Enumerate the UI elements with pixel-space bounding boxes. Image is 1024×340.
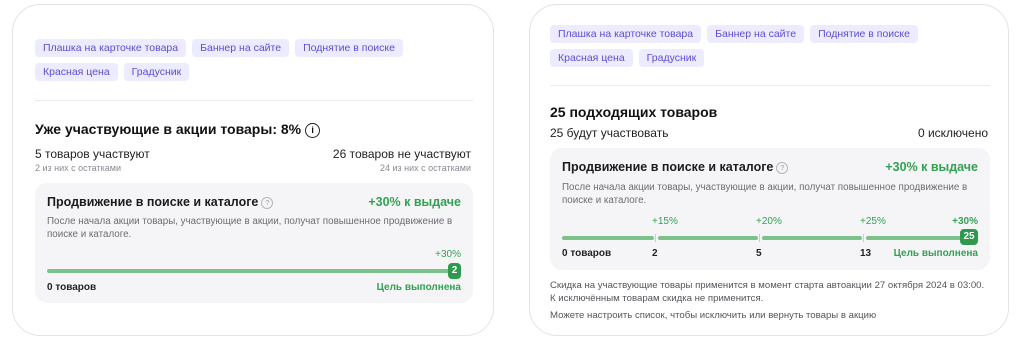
progress-segment — [762, 236, 862, 240]
participation-title-text: Уже участвующие в акции товары: 8% — [35, 121, 302, 137]
progress-segment — [866, 236, 962, 240]
left-card: Плашка на карточке товара Баннер на сайт… — [12, 4, 494, 336]
tag-chip[interactable]: Поднятие в поиске — [295, 39, 403, 57]
tag-chip[interactable]: Градусник — [638, 49, 705, 67]
divider — [550, 85, 990, 86]
eligible-title: 25 подходящих товаров — [550, 104, 718, 120]
count-start: 0 товаров — [562, 248, 612, 259]
promotion-panel: Продвижение в поиске и каталоге? +30% к … — [550, 148, 990, 270]
panel-description: После начала акции товары, участвующие в… — [47, 216, 453, 240]
participation-title: Уже участвующие в акции товары: 8% i — [35, 121, 321, 138]
progress-tick — [759, 234, 760, 242]
promotion-panel: Продвижение в поиске и каталоге? +30% к … — [35, 183, 473, 303]
panel-description: После начала акции товары, участвующие в… — [562, 182, 968, 206]
panel-title: Продвижение в поиске и каталоге? — [562, 160, 789, 174]
right-tags: Плашка на карточке товара Баннер на сайт… — [550, 25, 970, 67]
tag-chip[interactable]: Градусник — [123, 63, 190, 81]
right-card: Плашка на карточке товара Баннер на сайт… — [529, 4, 1009, 336]
divider — [35, 100, 473, 101]
tag-chip[interactable]: Поднятие в поиске — [810, 25, 918, 43]
participating-count: 5 товаров участвуют — [35, 147, 150, 161]
count-25: 13 — [860, 248, 872, 259]
progress-badge: 25 — [960, 229, 978, 245]
goal-label: Цель выполнена — [893, 248, 978, 259]
count-20: 5 — [756, 248, 762, 259]
progress-badge: 2 — [448, 263, 461, 279]
progress-bar — [47, 269, 451, 273]
tag-chip[interactable]: Красная цена — [550, 49, 633, 67]
info-icon[interactable]: i — [305, 123, 321, 138]
milestone-30: +30% — [952, 216, 978, 227]
participating-stock: 2 из них с остатками — [35, 163, 121, 173]
progress-tick — [863, 234, 864, 242]
start-label: 0 товаров — [47, 282, 97, 293]
panel-title-text: Продвижение в поиске и каталоге — [47, 195, 259, 209]
milestone-label: +30% — [435, 249, 461, 260]
tag-chip[interactable]: Баннер на сайте — [707, 25, 805, 43]
progress-segment — [658, 236, 758, 240]
help-icon[interactable]: ? — [776, 162, 789, 174]
tag-chip[interactable]: Плашка на карточке товара — [550, 25, 702, 43]
boost-value: +30% к выдаче — [885, 160, 978, 174]
milestone-25: +25% — [860, 216, 886, 227]
milestone-20: +20% — [756, 216, 782, 227]
tag-chip[interactable]: Красная цена — [35, 63, 118, 81]
left-tags: Плашка на карточке товара Баннер на сайт… — [35, 39, 465, 81]
progress-segment — [562, 236, 654, 240]
help-icon[interactable]: ? — [261, 197, 274, 209]
progress-tick — [655, 234, 656, 242]
will-participate: 25 будут участвовать — [550, 126, 669, 140]
tag-chip[interactable]: Плашка на карточке товара — [35, 39, 187, 57]
boost-value: +30% к выдаче — [368, 195, 461, 209]
milestone-15: +15% — [652, 216, 678, 227]
discount-footnote: Скидка на участвующие товары применится … — [550, 280, 985, 304]
not-participating-count: 26 товаров не участвуют — [332, 147, 471, 161]
tag-chip[interactable]: Баннер на сайте — [192, 39, 290, 57]
settings-hint: Можете настроить список, чтобы исключить… — [550, 310, 877, 321]
excluded-count: 0 исключено — [917, 126, 988, 140]
panel-title-text: Продвижение в поиске и каталоге — [562, 160, 774, 174]
panel-title: Продвижение в поиске и каталоге? — [47, 195, 274, 209]
goal-label: Цель выполнена — [376, 282, 461, 293]
not-participating-stock: 24 из них с остатками — [380, 163, 471, 173]
count-15: 2 — [652, 248, 658, 259]
